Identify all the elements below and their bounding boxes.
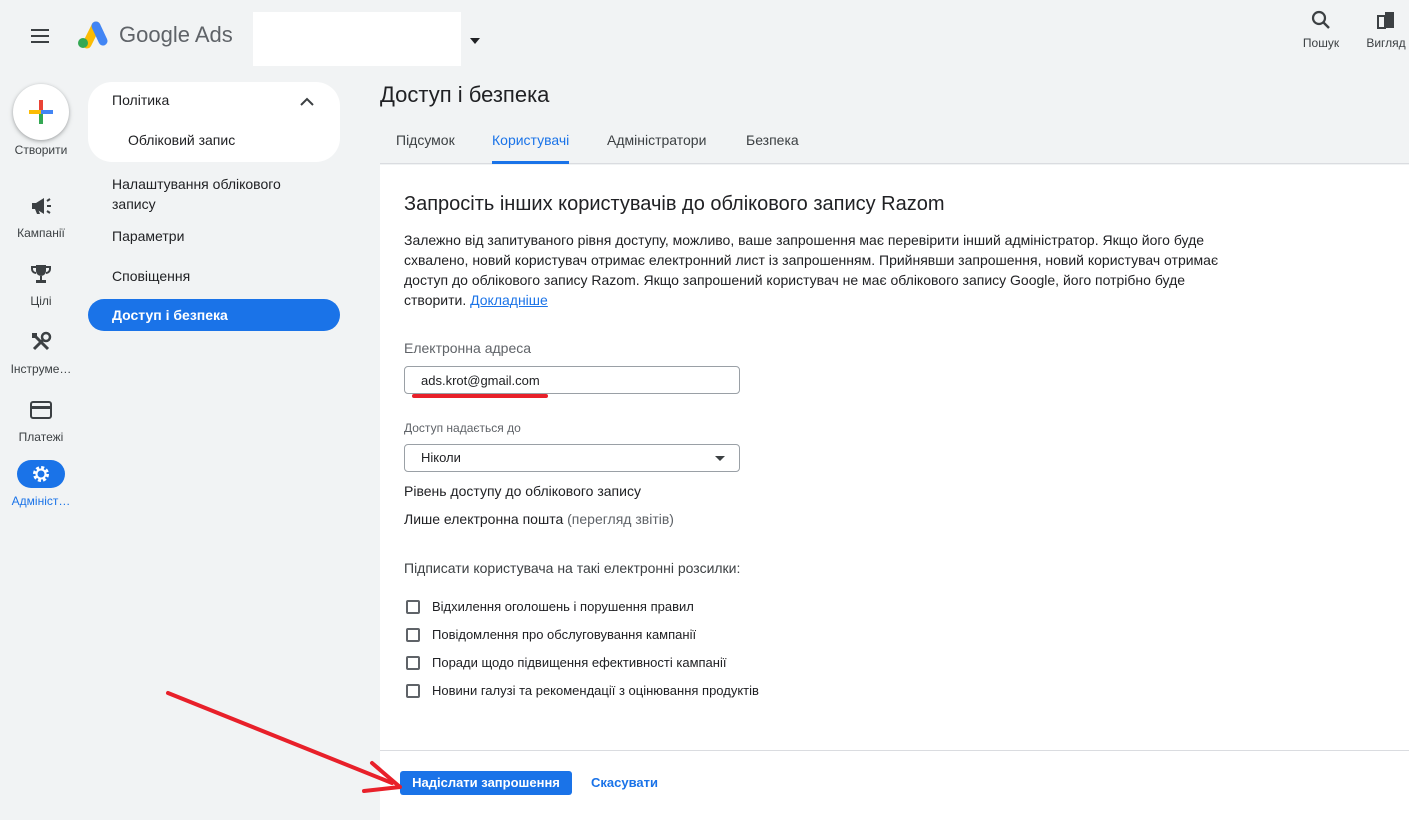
rail-label-tools: Інструме… bbox=[10, 362, 72, 376]
subscribe-label: Підписати користувача на такі електронні… bbox=[404, 560, 741, 576]
rail-item-billing[interactable]: Платежі bbox=[0, 396, 82, 444]
create-button[interactable] bbox=[13, 84, 69, 140]
rail-label-goals: Цілі bbox=[30, 294, 52, 308]
subnav-item-preferences[interactable]: Параметри bbox=[112, 228, 184, 244]
access-expiry-value: Ніколи bbox=[421, 450, 461, 465]
checkbox-industry-news[interactable]: Новини галузі та рекомендації з оцінюван… bbox=[406, 683, 759, 698]
brand-name: Google Ads bbox=[119, 22, 233, 47]
access-level-value: Лише електронна пошта (перегляд звітів) bbox=[404, 511, 674, 527]
checkbox[interactable] bbox=[406, 655, 420, 670]
checkbox-label: Повідомлення про обслуговування кампанії bbox=[432, 627, 697, 642]
checkbox-ad-disapprovals[interactable]: Відхилення оголошень і порушення правил bbox=[406, 599, 694, 614]
view-label: Вигляд bbox=[1366, 36, 1406, 50]
checkbox-label: Поради щодо підвищення ефективності камп… bbox=[432, 655, 727, 670]
plus-icon bbox=[29, 100, 53, 124]
access-expiry-label: Доступ надається до bbox=[404, 421, 521, 435]
google-ads-logo bbox=[76, 18, 110, 50]
footer-divider bbox=[380, 750, 1409, 751]
rail-item-campaigns[interactable]: Кампанії bbox=[0, 192, 82, 240]
view-button[interactable]: Вигляд bbox=[1358, 10, 1409, 50]
search-icon bbox=[1311, 10, 1330, 29]
credit-card-icon bbox=[30, 401, 52, 419]
subnav-group-policy: Політика Обліковий запис bbox=[88, 82, 340, 162]
search-button[interactable]: Пошук bbox=[1293, 10, 1349, 50]
create-label: Створити bbox=[14, 143, 68, 157]
subnav-item-policy[interactable]: Політика bbox=[112, 92, 169, 108]
access-level-label: Рівень доступу до облікового запису bbox=[404, 483, 641, 499]
tab-bar: Підсумок Користувачі Адміністратори Безп… bbox=[380, 118, 1409, 164]
checkbox[interactable] bbox=[406, 683, 420, 698]
page-title: Доступ і безпека bbox=[380, 82, 550, 107]
checkbox-campaign-maintenance[interactable]: Повідомлення про обслуговування кампанії bbox=[406, 627, 696, 642]
rail-label-billing: Платежі bbox=[18, 430, 64, 444]
tab-administrators[interactable]: Адміністратори bbox=[607, 118, 706, 164]
access-expiry-select[interactable]: Ніколи bbox=[404, 444, 740, 472]
checkbox-label: Новини галузі та рекомендації з оцінюван… bbox=[432, 683, 759, 698]
account-selector[interactable] bbox=[253, 12, 461, 66]
tools-icon bbox=[32, 331, 52, 351]
checkbox[interactable] bbox=[406, 599, 420, 614]
subnav-item-account-settings[interactable]: Налаштування облікового запису bbox=[112, 174, 312, 214]
gear-icon bbox=[33, 466, 49, 482]
rail-item-goals[interactable]: Цілі bbox=[0, 260, 82, 308]
email-field[interactable] bbox=[404, 366, 740, 394]
subnav-item-account[interactable]: Обліковий запис bbox=[128, 132, 235, 148]
search-label: Пошук bbox=[1302, 36, 1340, 50]
hamburger-menu-icon[interactable] bbox=[24, 20, 56, 52]
top-bar: Google Ads Пошук Вигляд bbox=[0, 0, 1409, 72]
annotation-underline bbox=[412, 394, 548, 398]
access-level-note: (перегляд звітів) bbox=[567, 511, 674, 527]
account-dropdown-icon[interactable] bbox=[470, 38, 480, 44]
annotation-arrow bbox=[166, 691, 402, 793]
rail-item-admin[interactable]: Адмініст… bbox=[0, 460, 82, 508]
invite-card: Запросіть інших користувачів до обліково… bbox=[380, 165, 1409, 820]
invite-description: Залежно від запитуваного рівня доступу, … bbox=[404, 230, 1224, 310]
rail-label-campaigns: Кампанії bbox=[17, 226, 65, 240]
rail-item-tools[interactable]: Інструме… bbox=[0, 328, 82, 376]
tab-users[interactable]: Користувачі bbox=[492, 118, 570, 164]
send-invitation-button[interactable]: Надіслати запрошення bbox=[400, 771, 572, 795]
tab-security[interactable]: Безпека bbox=[746, 118, 799, 164]
cancel-button[interactable]: Скасувати bbox=[591, 771, 658, 795]
learn-more-link[interactable]: Докладніше bbox=[470, 292, 548, 308]
megaphone-icon bbox=[32, 198, 51, 214]
chevron-up-icon[interactable] bbox=[300, 93, 314, 111]
subnav-item-access-security[interactable]: Доступ і безпека bbox=[88, 299, 340, 331]
rail-label-admin: Адмініст… bbox=[11, 494, 71, 508]
email-label: Електронна адреса bbox=[404, 340, 532, 356]
dropdown-arrow-icon bbox=[715, 456, 725, 461]
tab-summary[interactable]: Підсумок bbox=[396, 118, 455, 164]
subnav-item-notifications[interactable]: Сповіщення bbox=[112, 268, 190, 284]
view-icon bbox=[1377, 12, 1394, 29]
checkbox-performance-tips[interactable]: Поради щодо підвищення ефективності камп… bbox=[406, 655, 726, 670]
checkbox[interactable] bbox=[406, 627, 420, 642]
invite-title: Запросіть інших користувачів до обліково… bbox=[404, 193, 945, 215]
admin-subnav: Політика Обліковий запис Налаштування об… bbox=[88, 82, 340, 331]
access-level-text: Лише електронна пошта bbox=[404, 511, 564, 527]
checkbox-label: Відхилення оголошень і порушення правил bbox=[432, 599, 694, 614]
trophy-icon bbox=[31, 265, 51, 283]
